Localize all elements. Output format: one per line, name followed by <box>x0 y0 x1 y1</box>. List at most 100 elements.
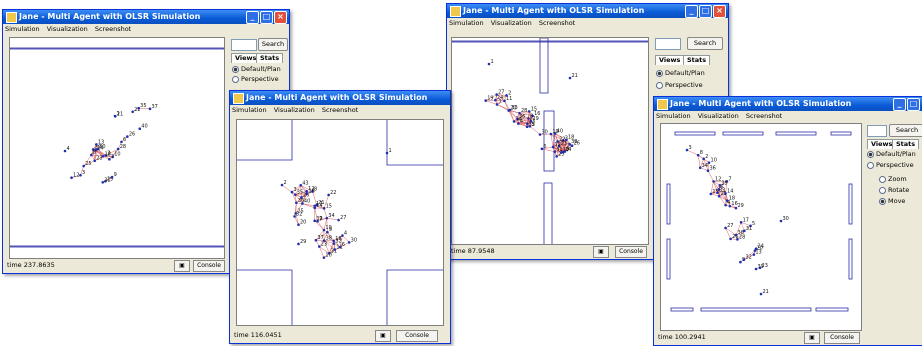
menu-simulation[interactable]: Simulation <box>656 112 691 120</box>
close-icon[interactable]: × <box>713 5 726 18</box>
radio-perspective[interactable]: Perspective <box>232 75 279 84</box>
canvas-svg: 1212625191723324361534281613112227302531… <box>452 38 648 244</box>
agent-label: 7 <box>319 216 322 222</box>
agent-label: 35 <box>140 103 146 109</box>
menu-simulation[interactable]: Simulation <box>232 106 267 114</box>
maximize-icon[interactable]: □ <box>699 5 712 18</box>
menu-screenshot[interactable]: Screenshot <box>95 25 131 33</box>
agent-label: 27 <box>340 215 346 221</box>
search-button[interactable]: Search <box>687 37 723 50</box>
menu-bar: Simulation Visualization Screenshot <box>3 24 289 35</box>
close-icon[interactable]: × <box>274 11 287 24</box>
camera-button[interactable]: ▣ <box>174 260 190 272</box>
sim-window-4: Jane - Multi Agent with OLSR Simulation … <box>653 96 922 346</box>
agent-label: 19 <box>487 96 493 102</box>
title-bar[interactable]: Jane - Multi Agent with OLSR Simulation … <box>3 10 289 24</box>
agent-label: 36 <box>298 198 304 204</box>
search-button[interactable]: Search <box>889 124 922 137</box>
agent-label: 7 <box>499 99 502 105</box>
console-button[interactable]: Console <box>396 330 438 342</box>
agent-label: 27 <box>498 90 504 96</box>
menu-visualization[interactable]: Visualization <box>47 25 88 33</box>
agent-label: 13 <box>755 250 761 256</box>
agent-label: 23 <box>762 263 768 269</box>
menu-visualization[interactable]: Visualization <box>274 106 315 114</box>
camera-button[interactable]: ▣ <box>804 332 820 344</box>
agent-label: 10 <box>552 129 558 135</box>
simulation-canvas[interactable]: 3303921122543420141027526181592313292632… <box>660 123 862 331</box>
agent-label: 37 <box>152 104 158 110</box>
agent-label: 14 <box>316 203 322 209</box>
search-input[interactable] <box>231 39 257 51</box>
search-input[interactable] <box>867 125 887 137</box>
menu-screenshot[interactable]: Screenshot <box>539 19 575 27</box>
radio-move[interactable]: Move <box>879 197 905 206</box>
console-button[interactable]: Console <box>615 246 647 258</box>
window-title: Jane - Multi Agent with OLSR Simulation <box>670 99 851 108</box>
radio-icon <box>656 82 663 89</box>
obstacle-wall <box>544 111 554 171</box>
agent-label: 8 <box>700 150 703 156</box>
simulation-canvas[interactable]: 1212625191723324361534281613112227302531… <box>451 37 649 245</box>
agent-label: 34 <box>702 163 708 169</box>
tab-stats[interactable]: Stats <box>892 139 919 149</box>
side-panel: Search Views Stats Default/Plan Perspect… <box>229 37 289 97</box>
radio-default-plan[interactable]: Default/Plan <box>867 150 916 159</box>
camera-button[interactable]: ▣ <box>375 330 391 342</box>
tab-views[interactable]: Views <box>655 55 684 65</box>
menu-screenshot[interactable]: Screenshot <box>322 106 358 114</box>
radio-perspective[interactable]: Perspective <box>867 161 914 170</box>
menu-simulation[interactable]: Simulation <box>449 19 484 27</box>
simulation-canvas[interactable]: 1226403222122115372936820313935251123179… <box>236 119 444 326</box>
console-button[interactable]: Console <box>193 260 225 272</box>
camera-button[interactable]: ▣ <box>593 246 609 258</box>
minimize-icon[interactable]: _ <box>685 5 698 18</box>
agent-label: 4 <box>344 231 347 237</box>
agent-label: 4 <box>67 146 70 152</box>
obstacle-wall <box>237 120 292 160</box>
radio-rotate[interactable]: Rotate <box>879 186 909 195</box>
agent-label: 6 <box>543 144 546 150</box>
minimize-icon[interactable]: _ <box>246 11 259 24</box>
maximize-icon[interactable]: □ <box>260 11 273 24</box>
menu-bar: Simulation Visualization Screenshot <box>230 105 450 116</box>
title-bar[interactable]: Jane - Multi Agent with OLSR Simulation … <box>654 97 922 111</box>
status-bar: time 100.2941 ▣ Console <box>654 329 922 345</box>
window-title: Jane - Multi Agent with OLSR Simulation <box>19 12 200 21</box>
agent-label: 27 <box>727 223 733 229</box>
radio-zoom[interactable]: Zoom <box>879 175 907 184</box>
agent-label: 10 <box>114 152 120 158</box>
menu-visualization[interactable]: Visualization <box>491 19 532 27</box>
title-bar[interactable]: Jane - Multi Agent with OLSR Simulation <box>230 91 450 105</box>
maximize-icon[interactable]: □ <box>907 98 920 111</box>
obstacle-wall <box>544 183 552 244</box>
obstacle-wall <box>452 41 648 42</box>
tab-stats[interactable]: Stats <box>256 53 283 63</box>
console-button[interactable]: Console <box>824 332 860 344</box>
obstacle-wall <box>816 308 848 311</box>
radio-default-plan[interactable]: Default/Plan <box>232 65 281 74</box>
simulation-canvas[interactable]: 4123242520223010122926232813214037687918… <box>9 37 225 259</box>
agent-label: 18 <box>568 135 574 141</box>
search-button[interactable]: Search <box>258 38 288 51</box>
radio-icon <box>879 187 886 194</box>
agent-label: 33 <box>511 105 517 111</box>
title-bar[interactable]: Jane - Multi Agent with OLSR Simulation … <box>447 4 728 18</box>
agent-label: 29 <box>737 203 743 209</box>
tab-stats[interactable]: Stats <box>683 55 710 65</box>
agent-label: 18 <box>335 236 341 242</box>
menu-visualization[interactable]: Visualization <box>698 112 739 120</box>
agent-label: 23 <box>321 242 327 248</box>
search-input[interactable] <box>655 38 681 50</box>
agent-label: 20 <box>300 220 306 226</box>
minimize-icon[interactable]: _ <box>893 98 906 111</box>
radio-selected-icon <box>656 70 663 77</box>
app-icon <box>657 99 668 110</box>
radio-perspective[interactable]: Perspective <box>656 81 703 90</box>
agent-label: 32 <box>296 211 302 217</box>
menu-screenshot[interactable]: Screenshot <box>746 112 782 120</box>
agent-label: 1 <box>389 148 392 154</box>
time-readout: time 100.2941 <box>658 329 706 345</box>
radio-default-plan[interactable]: Default/Plan <box>656 69 705 78</box>
menu-simulation[interactable]: Simulation <box>5 25 40 33</box>
